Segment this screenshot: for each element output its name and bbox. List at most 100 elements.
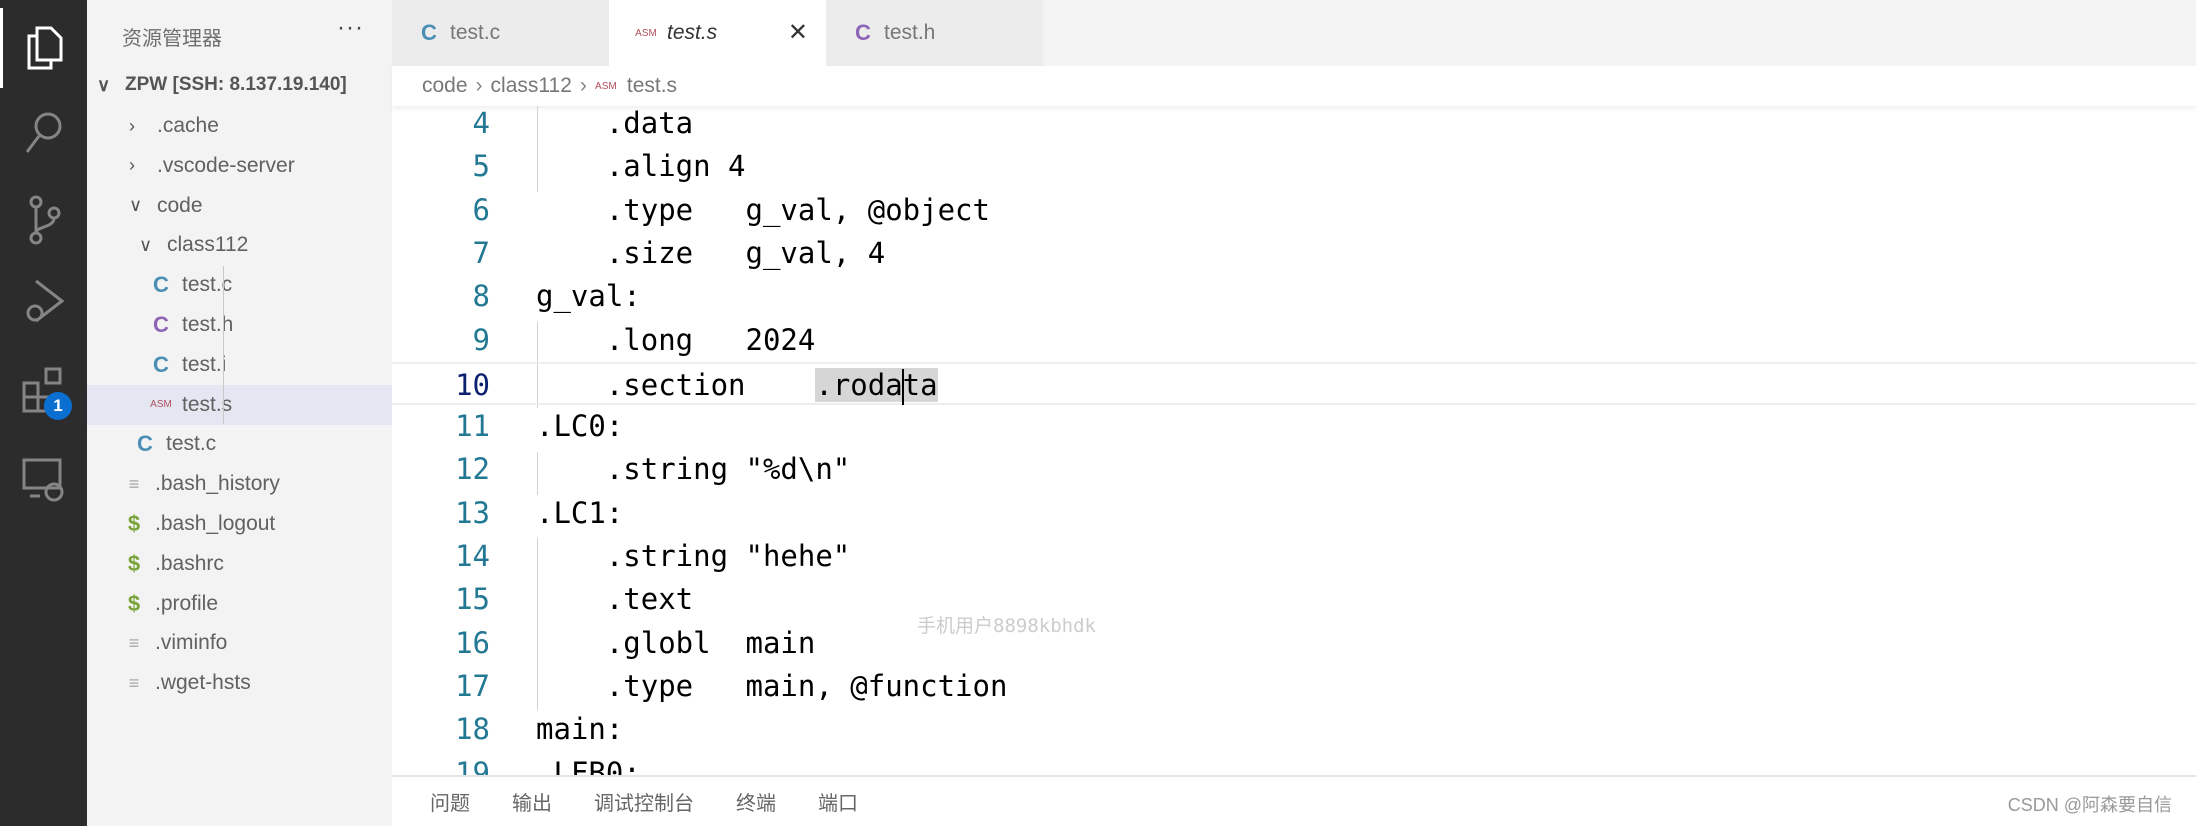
code-line: 8 g_val: (392, 275, 2196, 318)
tab-test-s[interactable]: ASM test.s ✕ (609, 0, 826, 66)
tree-item-label: .bash_history (155, 472, 280, 496)
tree-item[interactable]: ∨ class112 (87, 225, 392, 265)
line-number: 4 (472, 106, 490, 140)
tab-test-h[interactable]: Ctest.h (826, 0, 1043, 66)
extensions-badge: 1 (44, 392, 72, 420)
line-number: 15 (455, 582, 490, 617)
tree-item-label: test.c (166, 432, 217, 456)
line-number: 8 (472, 279, 490, 314)
line-number: 19 (455, 755, 490, 776)
tab-test-c[interactable]: Ctest.c (392, 0, 609, 66)
tree-item[interactable]: $ .profile (87, 584, 392, 624)
code-text: .long 2024 (536, 322, 816, 357)
code-text: .string "hehe" (536, 539, 851, 573)
tree-item[interactable]: ≡ .bash_history (87, 464, 392, 504)
files-icon[interactable] (0, 8, 87, 88)
asm-file-icon: ASM (595, 80, 617, 92)
tree-item[interactable]: Ctest.i (87, 345, 392, 385)
chevron-down-icon: ∨ (139, 234, 153, 255)
tree-item-label: test.c (182, 273, 233, 297)
line-number: 17 (455, 668, 490, 703)
code-line: 6 .type g_val, @object (392, 189, 2196, 232)
code-text: .string "%d\n" (536, 452, 851, 487)
line-number: 5 (472, 149, 490, 184)
tab-label: test.s (667, 21, 718, 44)
code-editor[interactable]: 手机用户8898kbhdk 4 .data 5 .align 46 .type g… (392, 106, 2196, 775)
tree-item[interactable]: Ctest.c (87, 424, 392, 464)
extensions-icon[interactable]: 1 (0, 350, 87, 430)
c-file-icon: C (137, 431, 153, 457)
panel-tab-problems[interactable]: 问题 (430, 787, 470, 816)
code-line: 10 .section .rodata (392, 361, 2196, 407)
panel-tab-ports[interactable]: 端口 (818, 787, 858, 816)
chevron-down-icon: ∨ (129, 195, 143, 216)
breadcrumb-item[interactable]: test.s (627, 74, 677, 98)
chevron-right-icon: › (579, 74, 587, 97)
tree-item-label: .cache (157, 114, 219, 137)
breadcrumb-item[interactable]: code (422, 74, 468, 98)
tree-item[interactable]: › .vscode-server (87, 146, 392, 186)
tree-item[interactable]: Ctest.h (87, 305, 392, 345)
tree-item-label: test.i (182, 352, 227, 376)
code-line: 19 .LFB0: (392, 752, 2196, 776)
code-token: .roda (815, 367, 903, 402)
asm-file-icon: ASM (635, 27, 657, 39)
code-line: 5 .align 4 (392, 145, 2196, 188)
source-control-icon[interactable] (0, 180, 87, 260)
panel-tab-terminal[interactable]: 终端 (736, 787, 776, 816)
line-number: 9 (472, 322, 490, 357)
tree-item[interactable]: ASM test.s (87, 384, 392, 425)
code-text: .LFB0: (536, 755, 641, 776)
close-icon[interactable]: ✕ (788, 18, 808, 47)
line-number: 16 (455, 625, 490, 660)
sidebar-title: 资源管理器 (122, 28, 222, 50)
code-line: 9 .long 2024 (392, 319, 2196, 362)
code-line: 18 main: (392, 708, 2196, 751)
code-line: 7 .size g_val, 4 (392, 232, 2196, 275)
selection-highlight: .rodata (815, 367, 938, 405)
tree-item[interactable]: › .cache (87, 106, 392, 146)
tree-item[interactable]: $ .bashrc (87, 544, 392, 584)
workspace-root[interactable]: ∨ ZPW [SSH: 8.137.19.140] (87, 65, 392, 105)
activity-bar: 1 (0, 0, 87, 826)
code-text: g_val: (536, 279, 641, 314)
tree-item[interactable]: ∨ code (87, 186, 392, 226)
panel-tab-debug-console[interactable]: 调试控制台 (594, 787, 694, 816)
search-icon[interactable] (0, 92, 87, 172)
chevron-right-icon: › (129, 115, 135, 136)
tree-item-label: .wget-hsts (155, 671, 251, 695)
code-line: 4 .data (392, 106, 2196, 145)
code-text: .section .rodata (536, 364, 938, 407)
panel-tab-output[interactable]: 输出 (512, 787, 552, 816)
txt-file-icon: ≡ (128, 672, 140, 693)
run-debug-icon[interactable] (0, 262, 87, 342)
code-text: .type g_val, @object (536, 192, 990, 227)
sh-file-icon: $ (127, 511, 141, 536)
code-line: 16 .globl main (392, 622, 2196, 665)
line-number: 14 (455, 539, 490, 573)
more-actions-button[interactable]: ··· (337, 14, 364, 42)
bottom-panel: 问题 输出 调试控制台 终端 端口 CSDN @阿森要自信 (392, 775, 2196, 826)
code-token: ta (902, 367, 938, 402)
breadcrumb: code › class112 › ASM test.s (392, 66, 2196, 106)
editor-tabs: Ctest.c ASM test.s ✕ Ctest.h (392, 0, 2196, 66)
tree-item[interactable]: ≡ .viminfo (87, 623, 392, 663)
tab-label: test.c (450, 21, 501, 44)
explorer-sidebar: 资源管理器 ··· ∨ ZPW [SSH: 8.137.19.140] › .cac… (87, 0, 392, 826)
line-number: 7 (472, 235, 490, 270)
txt-file-icon: ≡ (128, 473, 140, 494)
code-text: .LC1: (536, 495, 624, 530)
h-file-icon: C (153, 312, 169, 337)
tree-item-label: test.h (182, 313, 234, 336)
tree-item[interactable]: $ .bash_logout (87, 504, 392, 544)
code-text: .align 4 (536, 149, 746, 184)
code-line: 17 .type main, @function (392, 665, 2196, 708)
remote-explorer-icon[interactable] (0, 440, 87, 520)
code-token: .section (536, 367, 816, 402)
tree-item[interactable]: ≡ .wget-hsts (87, 663, 392, 703)
code-text: .globl main (536, 625, 816, 660)
breadcrumb-item[interactable]: class112 (491, 74, 572, 98)
code-text: .type main, @function (536, 668, 1008, 703)
tree-item[interactable]: Ctest.c (87, 265, 392, 305)
line-number: 11 (455, 409, 490, 444)
